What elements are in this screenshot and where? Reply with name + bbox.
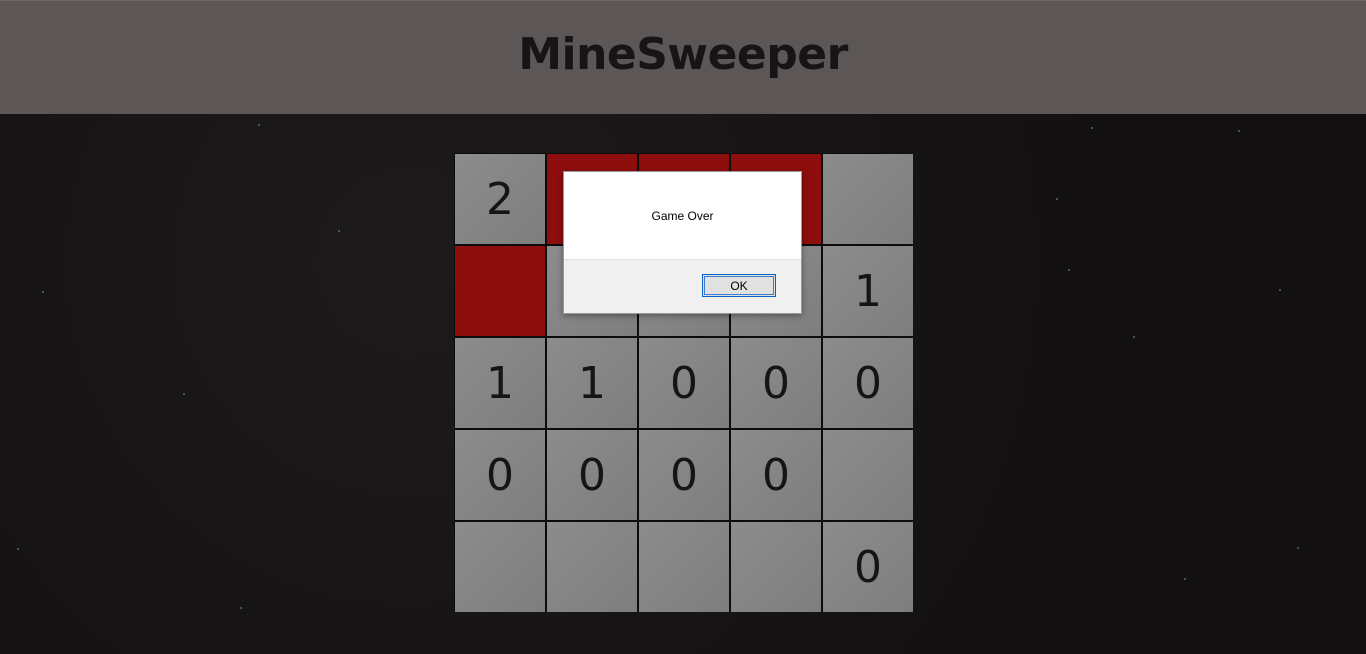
background-speck [1184, 578, 1186, 580]
background-speck [258, 124, 260, 126]
board-cell[interactable] [731, 522, 821, 612]
background-speck [1068, 269, 1070, 271]
background-speck [240, 607, 242, 609]
board-cell[interactable] [639, 522, 729, 612]
background-speck [1056, 198, 1058, 200]
mine-cell[interactable] [455, 246, 545, 336]
board-cell[interactable]: 0 [823, 522, 913, 612]
board-cell[interactable]: 1 [455, 338, 545, 428]
board-cell[interactable]: 0 [731, 430, 821, 520]
page-title: MineSweeper [518, 29, 848, 80]
background-speck [42, 291, 44, 293]
board-cell[interactable]: 0 [823, 338, 913, 428]
board-cell[interactable]: 0 [639, 338, 729, 428]
board-cell[interactable]: 1 [823, 246, 913, 336]
background-speck [1091, 127, 1093, 129]
dialog-footer: OK [564, 259, 801, 313]
board-cell[interactable]: 0 [455, 430, 545, 520]
alert-dialog: Game Over OK [563, 171, 802, 314]
board-cell[interactable] [455, 522, 545, 612]
background-speck [1238, 130, 1240, 132]
board-cell[interactable]: 0 [547, 430, 637, 520]
board-cell[interactable] [823, 430, 913, 520]
board-cell[interactable] [823, 154, 913, 244]
background-speck [1297, 547, 1299, 549]
background-speck [183, 393, 185, 395]
page-header: MineSweeper [0, 0, 1366, 114]
ok-button[interactable]: OK [702, 274, 776, 297]
background-speck [338, 230, 340, 232]
dialog-message: Game Over [651, 208, 714, 223]
background-speck [1279, 289, 1281, 291]
background-speck [1133, 336, 1135, 338]
board-cell[interactable]: 2 [455, 154, 545, 244]
board-cell[interactable]: 0 [639, 430, 729, 520]
board-cell[interactable]: 1 [547, 338, 637, 428]
board-cell[interactable] [547, 522, 637, 612]
background-speck [17, 548, 19, 550]
board-cell[interactable]: 0 [731, 338, 821, 428]
